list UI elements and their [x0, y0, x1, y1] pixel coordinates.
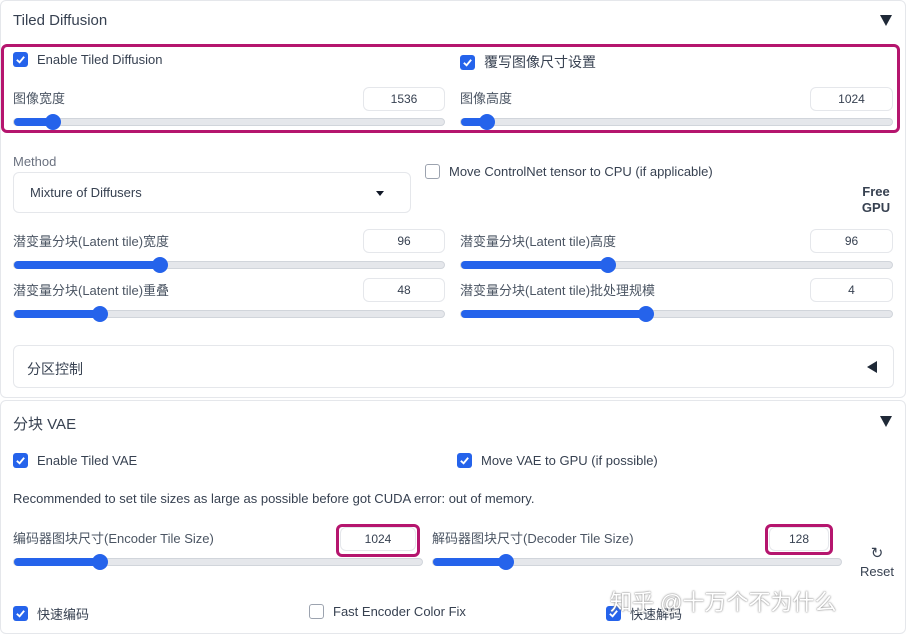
reset-button[interactable]: ↻ Reset [852, 545, 902, 581]
checkbox-checked-icon [457, 453, 472, 468]
decoder-tile-size-label: 解码器图块尺寸(Decoder Tile Size) [432, 531, 634, 546]
move-vae-gpu-label: Move VAE to GPU (if possible) [481, 453, 658, 468]
slider-thumb[interactable] [92, 306, 108, 322]
method-label: Method [13, 154, 57, 169]
decoder-tile-size-slider[interactable] [432, 554, 842, 570]
slider-thumb[interactable] [599, 257, 616, 273]
checkbox-unchecked-icon [309, 604, 324, 619]
latent-tile-height-label: 潜变量分块(Latent tile)高度 [460, 234, 617, 249]
checkbox-unchecked-icon [425, 164, 440, 179]
latent-tile-width-label: 潜变量分块(Latent tile)宽度 [13, 234, 170, 249]
move-controlnet-cpu-checkbox[interactable]: Move ControlNet tensor to CPU (if applic… [425, 164, 713, 179]
region-control-accordion[interactable]: 分区控制 [13, 345, 894, 388]
latent-tile-width-slider[interactable] [13, 257, 445, 273]
move-controlnet-cpu-label: Move ControlNet tensor to CPU (if applic… [449, 164, 713, 179]
collapse-triangle-icon[interactable] [880, 15, 892, 26]
free-gpu-label-line1: Free [862, 184, 890, 199]
highlight-box-encoder [336, 524, 420, 557]
checkbox-checked-icon [13, 453, 28, 468]
zhihu-watermark: 知乎 @十万个不为什么 [610, 590, 837, 615]
enable-tiled-vae-label: Enable Tiled VAE [37, 453, 138, 468]
fast-encoder-color-fix-checkbox[interactable]: Fast Encoder Color Fix [309, 604, 466, 619]
encoder-tile-size-slider[interactable] [13, 554, 423, 570]
checkbox-checked-icon [13, 606, 28, 621]
latent-tile-height-input[interactable]: 96 [810, 229, 893, 253]
latent-tile-overlap-label: 潜变量分块(Latent tile)重叠 [13, 283, 170, 298]
expand-triangle-icon [867, 361, 877, 373]
refresh-icon: ↻ [870, 545, 884, 562]
latent-tile-width-input[interactable]: 96 [363, 229, 445, 253]
collapse-triangle-icon[interactable] [880, 416, 892, 427]
fast-encoder-color-fix-label: Fast Encoder Color Fix [333, 604, 466, 619]
encoder-tile-size-label: 编码器图块尺寸(Encoder Tile Size) [13, 531, 214, 546]
fast-encoder-checkbox[interactable]: 快速编码 [13, 604, 89, 623]
method-dropdown[interactable]: Mixture of Diffusers [13, 172, 411, 213]
method-selected-value: Mixture of Diffusers [30, 185, 142, 200]
region-control-title: 分区控制 [27, 361, 83, 377]
latent-tile-batch-label: 潜变量分块(Latent tile)批处理规模 [460, 283, 656, 298]
latent-tile-overlap-input[interactable]: 48 [363, 278, 445, 302]
latent-tile-batch-slider[interactable] [460, 306, 893, 322]
tiled-diffusion-title[interactable]: Tiled Diffusion [13, 12, 107, 29]
latent-tile-overlap-slider[interactable] [13, 306, 445, 322]
free-gpu-button[interactable]: Free GPU [848, 184, 904, 216]
fast-encoder-label: 快速编码 [37, 607, 90, 622]
move-vae-gpu-checkbox[interactable]: Move VAE to GPU (if possible) [457, 453, 658, 468]
reset-label: Reset [860, 564, 894, 579]
cuda-note-text: Recommended to set tile sizes as large a… [13, 491, 535, 506]
enable-tiled-vae-checkbox[interactable]: Enable Tiled VAE [13, 453, 137, 468]
latent-tile-batch-input[interactable]: 4 [810, 278, 893, 302]
free-gpu-label-line2: GPU [861, 200, 891, 215]
highlight-box-decoder [765, 524, 833, 555]
chevron-down-icon [376, 191, 384, 196]
latent-tile-height-slider[interactable] [460, 257, 893, 273]
tiled-vae-title[interactable]: 分块 VAE [13, 413, 76, 434]
highlight-box-image-size [1, 44, 900, 133]
slider-thumb[interactable] [91, 554, 108, 570]
